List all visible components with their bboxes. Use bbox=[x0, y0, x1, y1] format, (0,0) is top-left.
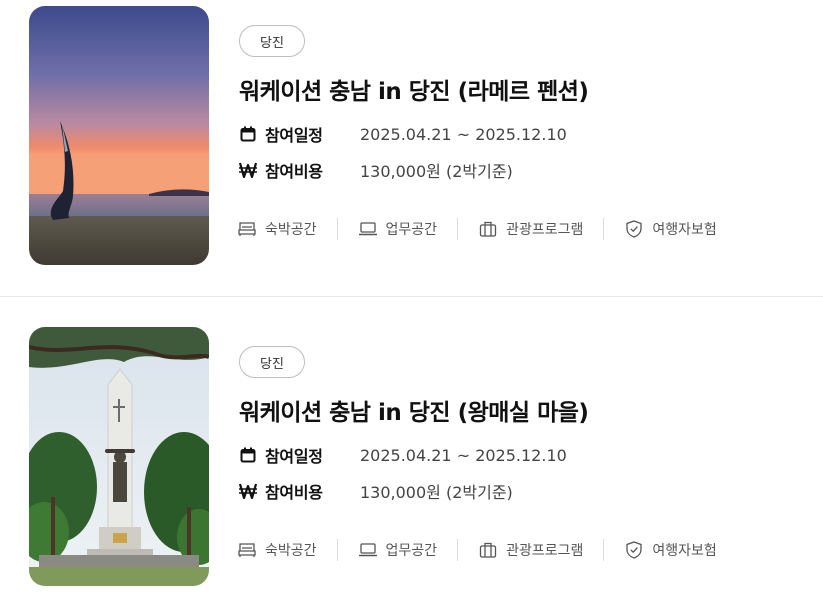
feature-divider bbox=[336, 218, 338, 240]
schedule-label: 참여일정 bbox=[265, 447, 323, 466]
feature-insurance: 여행자보험 bbox=[624, 219, 717, 239]
feature-divider bbox=[603, 218, 605, 240]
program-thumbnail[interactable] bbox=[29, 327, 209, 586]
schedule-row: 참여일정 2025.04.21 ~ 2025.12.10 bbox=[239, 123, 567, 145]
feature-workspace: 업무공간 bbox=[358, 219, 438, 239]
card-divider bbox=[0, 296, 823, 297]
suitcase-icon bbox=[478, 220, 498, 238]
laptop-icon bbox=[358, 220, 378, 238]
feature-tour: 관광프로그램 bbox=[478, 219, 583, 239]
cost-value: 130,000원 (2박기준) bbox=[360, 162, 513, 181]
program-card[interactable]: 당진 워케이션 충남 in 당진 (왕매실 마을) 참여일정 2025.04.2… bbox=[0, 321, 823, 586]
schedule-label: 참여일정 bbox=[265, 126, 323, 145]
feature-list: 숙박공간 업무공간 관광프로그램 여행자보험 bbox=[237, 539, 717, 561]
feature-label: 여행자보험 bbox=[652, 543, 717, 559]
calendar-icon bbox=[239, 446, 257, 464]
suitcase-icon bbox=[478, 541, 498, 559]
feature-insurance: 여행자보험 bbox=[624, 540, 717, 560]
sunset-beach-sculpture-photo bbox=[29, 6, 209, 265]
feature-divider bbox=[603, 539, 605, 561]
program-thumbnail[interactable] bbox=[29, 6, 209, 265]
schedule-row: 참여일정 2025.04.21 ~ 2025.12.10 bbox=[239, 444, 567, 466]
bed-icon bbox=[237, 541, 257, 559]
shield-check-icon bbox=[624, 220, 644, 238]
won-sign-icon bbox=[239, 161, 257, 179]
feature-list: 숙박공간 업무공간 관광프로그램 여행자보험 bbox=[237, 218, 717, 240]
won-sign-icon bbox=[239, 482, 257, 500]
feature-label: 업무공간 bbox=[385, 543, 438, 559]
feature-lodging: 숙박공간 bbox=[237, 540, 317, 560]
cost-row: 참여비용 130,000원 (2박기준) bbox=[239, 159, 513, 181]
feature-lodging: 숙박공간 bbox=[237, 219, 317, 239]
feature-label: 여행자보험 bbox=[652, 222, 717, 238]
schedule-value: 2025.04.21 ~ 2025.12.10 bbox=[360, 445, 567, 465]
feature-label: 업무공간 bbox=[385, 222, 438, 238]
laptop-icon bbox=[358, 541, 378, 559]
feature-divider bbox=[457, 218, 459, 240]
program-card[interactable]: 당진 워케이션 충남 in 당진 (라메르 펜션) 참여일정 2025.04.2… bbox=[0, 0, 823, 265]
program-title[interactable]: 워케이션 충남 in 당진 (왕매실 마을) bbox=[239, 393, 589, 427]
region-tag[interactable]: 당진 bbox=[239, 25, 305, 57]
feature-label: 관광프로그램 bbox=[506, 222, 584, 238]
region-tag[interactable]: 당진 bbox=[239, 346, 305, 378]
feature-divider bbox=[336, 539, 338, 561]
monument-statue-pine-trees-photo bbox=[29, 327, 209, 586]
cost-label: 참여비용 bbox=[265, 483, 323, 502]
schedule-value: 2025.04.21 ~ 2025.12.10 bbox=[360, 124, 567, 144]
feature-workspace: 업무공간 bbox=[358, 540, 438, 560]
feature-label: 숙박공간 bbox=[265, 222, 317, 238]
cost-row: 참여비용 130,000원 (2박기준) bbox=[239, 480, 513, 502]
feature-label: 관광프로그램 bbox=[506, 543, 584, 559]
program-title[interactable]: 워케이션 충남 in 당진 (라메르 펜션) bbox=[239, 72, 589, 106]
bed-icon bbox=[237, 220, 257, 238]
cost-label: 참여비용 bbox=[265, 162, 323, 181]
shield-check-icon bbox=[624, 541, 644, 559]
cost-value: 130,000원 (2박기준) bbox=[360, 483, 513, 502]
feature-tour: 관광프로그램 bbox=[478, 540, 583, 560]
calendar-icon bbox=[239, 125, 257, 143]
feature-divider bbox=[457, 539, 459, 561]
feature-label: 숙박공간 bbox=[265, 543, 317, 559]
